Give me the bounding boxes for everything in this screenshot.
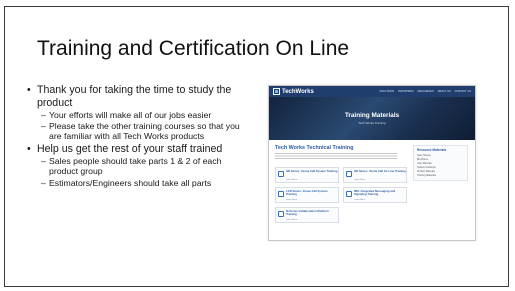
site-hero-banner: Training Materials Tech Works Training <box>269 97 475 140</box>
course-icon <box>278 171 284 177</box>
site-nav-link[interactable]: SOLUTIONS <box>379 90 394 93</box>
site-nav-link[interactable]: RESOURCES <box>418 90 434 93</box>
training-card[interactable]: IS Series Collaboration Platform Trainin… <box>275 207 339 223</box>
training-card[interactable]: LCD Series: Venue Call System Training L… <box>275 187 339 203</box>
training-card-title: IMS: Integrated Messaging and Signaling … <box>354 189 396 197</box>
site-nav-links: SOLUTIONS INDUSTRIES RESOURCES ABOUT US … <box>375 90 471 93</box>
training-card[interactable]: HD Series: Venue Call System Training Le… <box>275 167 339 183</box>
website-screenshot: TechWorks SOLUTIONS INDUSTRIES RESOURCES… <box>268 85 476 241</box>
sub-bullet-item: Sales people should take parts 1 & 2 of … <box>41 156 249 176</box>
training-card[interactable]: HD Series: Venue Call for Line Training … <box>343 167 407 183</box>
course-icon <box>346 191 352 197</box>
sidebar-heading: Resource Materials <box>417 148 447 152</box>
hero-subtitle: Tech Works Training <box>358 121 386 125</box>
learn-more-link[interactable]: Learn More <box>354 179 365 181</box>
slide: Training and Certification On Line Thank… <box>4 6 509 287</box>
site-nav-link[interactable]: CONTACT US <box>455 90 471 93</box>
training-card-title: IS Series Collaboration Platform Trainin… <box>286 209 329 217</box>
training-card[interactable]: IMS: Integrated Messaging and Signaling … <box>343 187 407 203</box>
course-icon <box>346 171 352 177</box>
brand-logo-icon <box>273 88 280 95</box>
site-brand[interactable]: TechWorks <box>273 88 314 95</box>
hero-title: Training Materials <box>344 112 400 119</box>
site-brand-name: TechWorks <box>282 88 314 95</box>
sub-bullet-item: Your efforts will make all of our jobs e… <box>41 110 249 120</box>
bullet-item: Help us get the rest of your staff train… <box>27 143 249 156</box>
section-intro-text <box>275 153 397 161</box>
learn-more-link[interactable]: Learn More <box>286 179 297 181</box>
bullet-list: Thank you for taking the time to study t… <box>27 84 249 189</box>
site-nav-link[interactable]: ABOUT US <box>438 90 451 93</box>
course-icon <box>278 211 284 217</box>
section-title: Tech Works Technical Training <box>275 145 354 151</box>
site-nav-link[interactable]: INDUSTRIES <box>398 90 413 93</box>
learn-more-link[interactable]: Learn More <box>286 219 297 221</box>
training-card-title: LCD Series: Venue Call System Training <box>286 189 328 197</box>
sidebar-link[interactable]: Training Materials <box>417 174 464 178</box>
course-icon <box>278 191 284 197</box>
slide-title: Training and Certification On Line <box>37 37 350 60</box>
training-card-title: HD Series: Venue Call for Line Training <box>354 169 406 173</box>
learn-more-link[interactable]: Learn More <box>354 199 365 201</box>
learn-more-link[interactable]: Learn More <box>286 199 297 201</box>
resource-sidebar: Resource Materials Spec Sheets Brochures… <box>413 145 468 181</box>
sub-bullet-item: Please take the other training courses s… <box>41 121 249 141</box>
training-card-title: HD Series: Venue Call System Training <box>286 169 338 173</box>
sub-bullet-item: Estimators/Engineers should take all par… <box>41 178 249 188</box>
site-navbar: TechWorks SOLUTIONS INDUSTRIES RESOURCES… <box>269 86 475 97</box>
site-content: Tech Works Technical Training HD Series:… <box>269 140 475 240</box>
bullet-item: Thank you for taking the time to study t… <box>27 84 249 109</box>
